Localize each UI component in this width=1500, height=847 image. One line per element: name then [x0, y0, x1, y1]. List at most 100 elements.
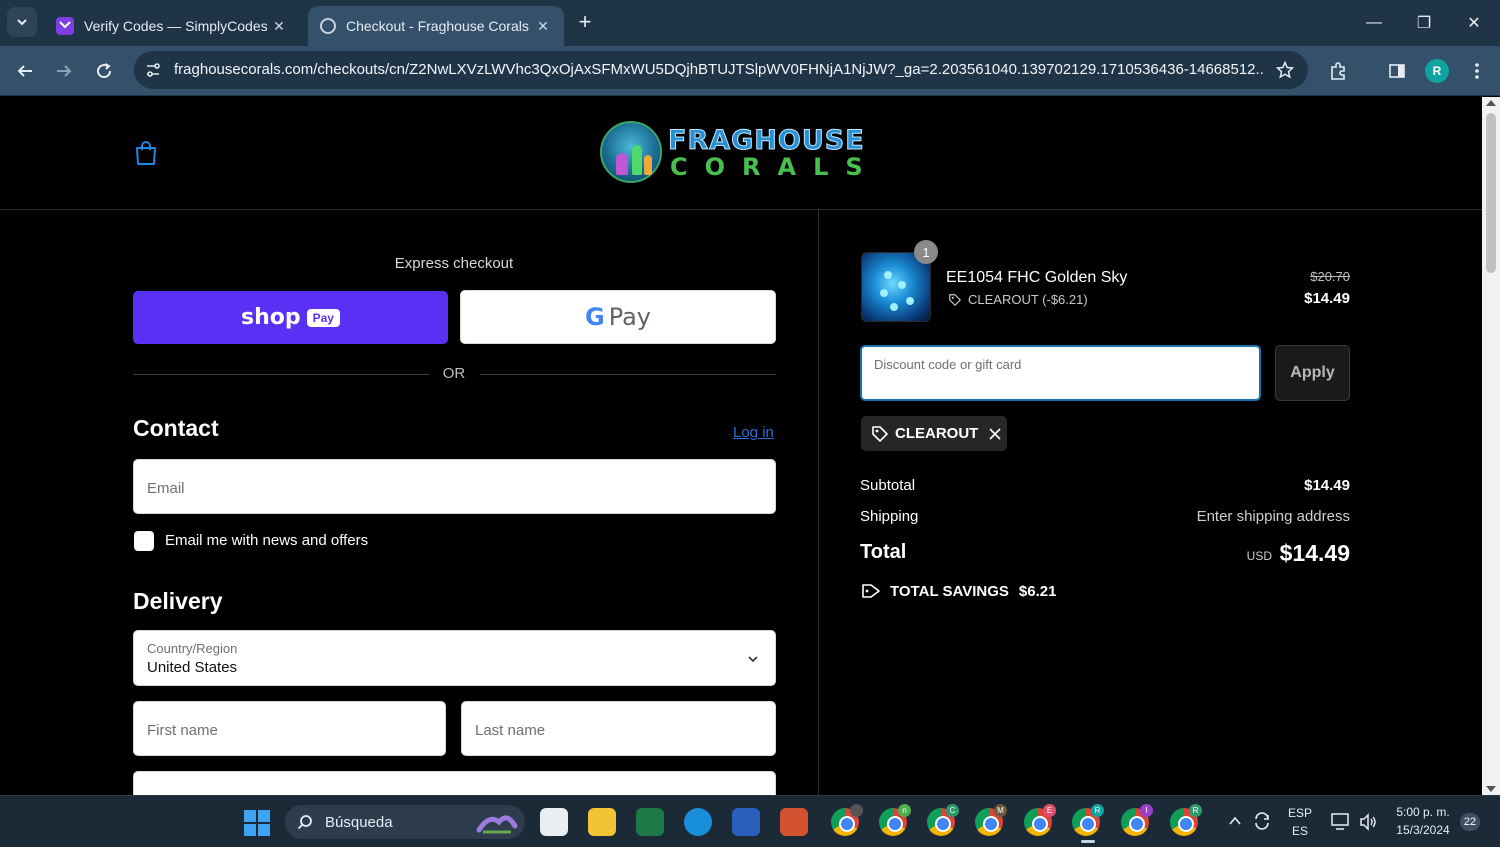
shop-pay-button[interactable]: shop Pay: [133, 291, 448, 344]
chrome-icon[interactable]: I: [1121, 804, 1153, 836]
extensions-button[interactable]: [1323, 56, 1353, 86]
country-label: Country/Region: [147, 641, 238, 656]
excel-icon[interactable]: [636, 808, 664, 836]
browser-tab-bar: Verify Codes — SimplyCodes ✕ Checkout - …: [0, 0, 1500, 46]
task-view-icon[interactable]: [540, 808, 568, 836]
logo-text-line2: CORALS: [670, 153, 880, 181]
email-field[interactable]: Email: [133, 459, 776, 514]
shopping-bag-icon[interactable]: [134, 140, 158, 166]
last-name-placeholder: Last name: [475, 722, 546, 739]
total-value: $14.49: [1279, 540, 1350, 566]
shop-pay-pill: Pay: [306, 308, 340, 327]
chrome-icon[interactable]: E: [1024, 804, 1056, 836]
address-bar[interactable]: fraghousecorals.com/checkouts/cn/Z2NwLXV…: [134, 51, 1308, 89]
chrome-profile-badge: R: [1189, 804, 1202, 817]
lavender-art-icon: [476, 815, 518, 834]
chrome-icon[interactable]: R: [1072, 804, 1104, 836]
chrome-icon[interactable]: C: [927, 804, 959, 836]
first-name-placeholder: First name: [147, 722, 218, 739]
scroll-down-arrow-icon[interactable]: [1486, 786, 1496, 792]
newsletter-checkbox[interactable]: [134, 531, 154, 551]
tab-title: Verify Codes — SimplyCodes: [84, 18, 268, 34]
tab-simplycodes[interactable]: Verify Codes — SimplyCodes ✕: [44, 6, 300, 46]
edge-icon[interactable]: [684, 808, 712, 836]
clock-time[interactable]: 5:00 p. m.: [1384, 805, 1462, 819]
bookmark-star-icon[interactable]: [1274, 59, 1296, 81]
back-button[interactable]: [10, 56, 40, 86]
close-tab-icon[interactable]: ✕: [270, 17, 288, 35]
new-tab-button[interactable]: +: [572, 10, 598, 36]
quantity-badge: 1: [914, 240, 938, 264]
chevron-up-icon[interactable]: [1228, 814, 1242, 828]
word-icon[interactable]: [732, 808, 760, 836]
profile-avatar[interactable]: R: [1425, 59, 1449, 83]
side-panel-button[interactable]: [1382, 56, 1412, 86]
savings-value: $6.21: [1018, 582, 1057, 600]
page-scrollbar[interactable]: [1482, 97, 1500, 795]
first-name-field[interactable]: First name: [133, 701, 446, 756]
tag-icon: [949, 293, 961, 306]
tag-icon: [872, 425, 888, 442]
simplycodes-favicon-icon: [56, 17, 74, 35]
file-explorer-icon[interactable]: [588, 808, 616, 836]
chrome-icon[interactable]: M: [975, 804, 1007, 836]
subtotal-label: Subtotal: [860, 477, 916, 494]
chrome-icon[interactable]: n: [879, 804, 911, 836]
total-label: Total: [860, 541, 907, 563]
browser-toolbar: fraghousecorals.com/checkouts/cn/Z2NwLXV…: [0, 46, 1500, 96]
coral-emblem-icon: [600, 121, 662, 183]
or-separator: OR: [442, 365, 466, 382]
kebab-menu-icon: [1475, 63, 1479, 79]
chevron-down-icon: [17, 19, 27, 26]
tab-checkout[interactable]: Checkout - Fraghouse Corals ✕: [308, 6, 564, 46]
close-tab-icon[interactable]: ✕: [534, 17, 552, 35]
scrollbar-thumb[interactable]: [1486, 113, 1496, 273]
newsletter-label[interactable]: Email me with news and offers: [165, 532, 368, 549]
email-placeholder: Email: [147, 480, 185, 497]
reload-button[interactable]: [89, 56, 119, 86]
country-select[interactable]: Country/Region United States: [133, 630, 776, 686]
minimize-button[interactable]: —: [1358, 8, 1390, 38]
fraghouse-corals-logo[interactable]: FRAGHOUSE CORALS: [598, 117, 888, 189]
discount-code-input[interactable]: Discount code or gift card: [860, 345, 1261, 401]
browser-menu-button[interactable]: [1462, 56, 1492, 86]
restore-button[interactable]: ❐: [1408, 8, 1440, 38]
windows-taskbar: Búsqueda n C M E R I R ESP ES 5:00 p. m.…: [0, 795, 1500, 847]
clock-date[interactable]: 15/3/2024: [1384, 823, 1462, 837]
chrome-icon[interactable]: R: [1170, 804, 1202, 836]
sync-icon[interactable]: [1252, 811, 1272, 831]
subtotal-value: $14.49: [1304, 477, 1350, 494]
product-discount: CLEAROUT (-$6.21): [948, 292, 1088, 307]
scroll-up-arrow-icon[interactable]: [1486, 100, 1496, 106]
windows-start-icon[interactable]: [244, 810, 270, 836]
chrome-icon[interactable]: [831, 804, 863, 836]
close-window-button[interactable]: ✕: [1458, 8, 1490, 38]
last-name-field[interactable]: Last name: [461, 701, 776, 756]
chrome-profile-badge: M: [994, 804, 1007, 817]
powerpoint-icon[interactable]: [780, 808, 808, 836]
logo-text-line1: FRAGHOUSE: [668, 125, 865, 157]
divider-line: [480, 374, 776, 375]
tab-search-button[interactable]: [7, 7, 37, 37]
product-discount-text: CLEAROUT (-$6.21): [968, 292, 1088, 307]
tab-title: Checkout - Fraghouse Corals: [346, 18, 529, 34]
language-indicator[interactable]: ESP: [1282, 806, 1318, 820]
forward-button[interactable]: [49, 56, 79, 86]
url-text[interactable]: fraghousecorals.com/checkouts/cn/Z2NwLXV…: [174, 61, 1264, 78]
log-in-link[interactable]: Log in: [733, 424, 774, 441]
volume-icon[interactable]: [1358, 812, 1378, 832]
remove-code-icon[interactable]: [988, 427, 1002, 441]
apply-button[interactable]: Apply: [1275, 345, 1350, 401]
reload-icon: [97, 63, 112, 79]
shipping-value: Enter shipping address: [1196, 508, 1350, 525]
total-savings: TOTAL SAVINGS $6.21: [861, 582, 1056, 600]
taskbar-search[interactable]: Búsqueda: [285, 805, 525, 839]
address-field[interactable]: [133, 771, 776, 795]
site-info-icon[interactable]: [142, 59, 164, 81]
network-icon[interactable]: [1330, 812, 1352, 832]
active-app-indicator: [1081, 840, 1095, 843]
google-pay-button[interactable]: G Pay: [460, 290, 776, 344]
language-sub-indicator: ES: [1291, 824, 1308, 838]
notification-count-badge[interactable]: 22: [1460, 813, 1480, 831]
puzzle-icon: [1331, 62, 1345, 80]
